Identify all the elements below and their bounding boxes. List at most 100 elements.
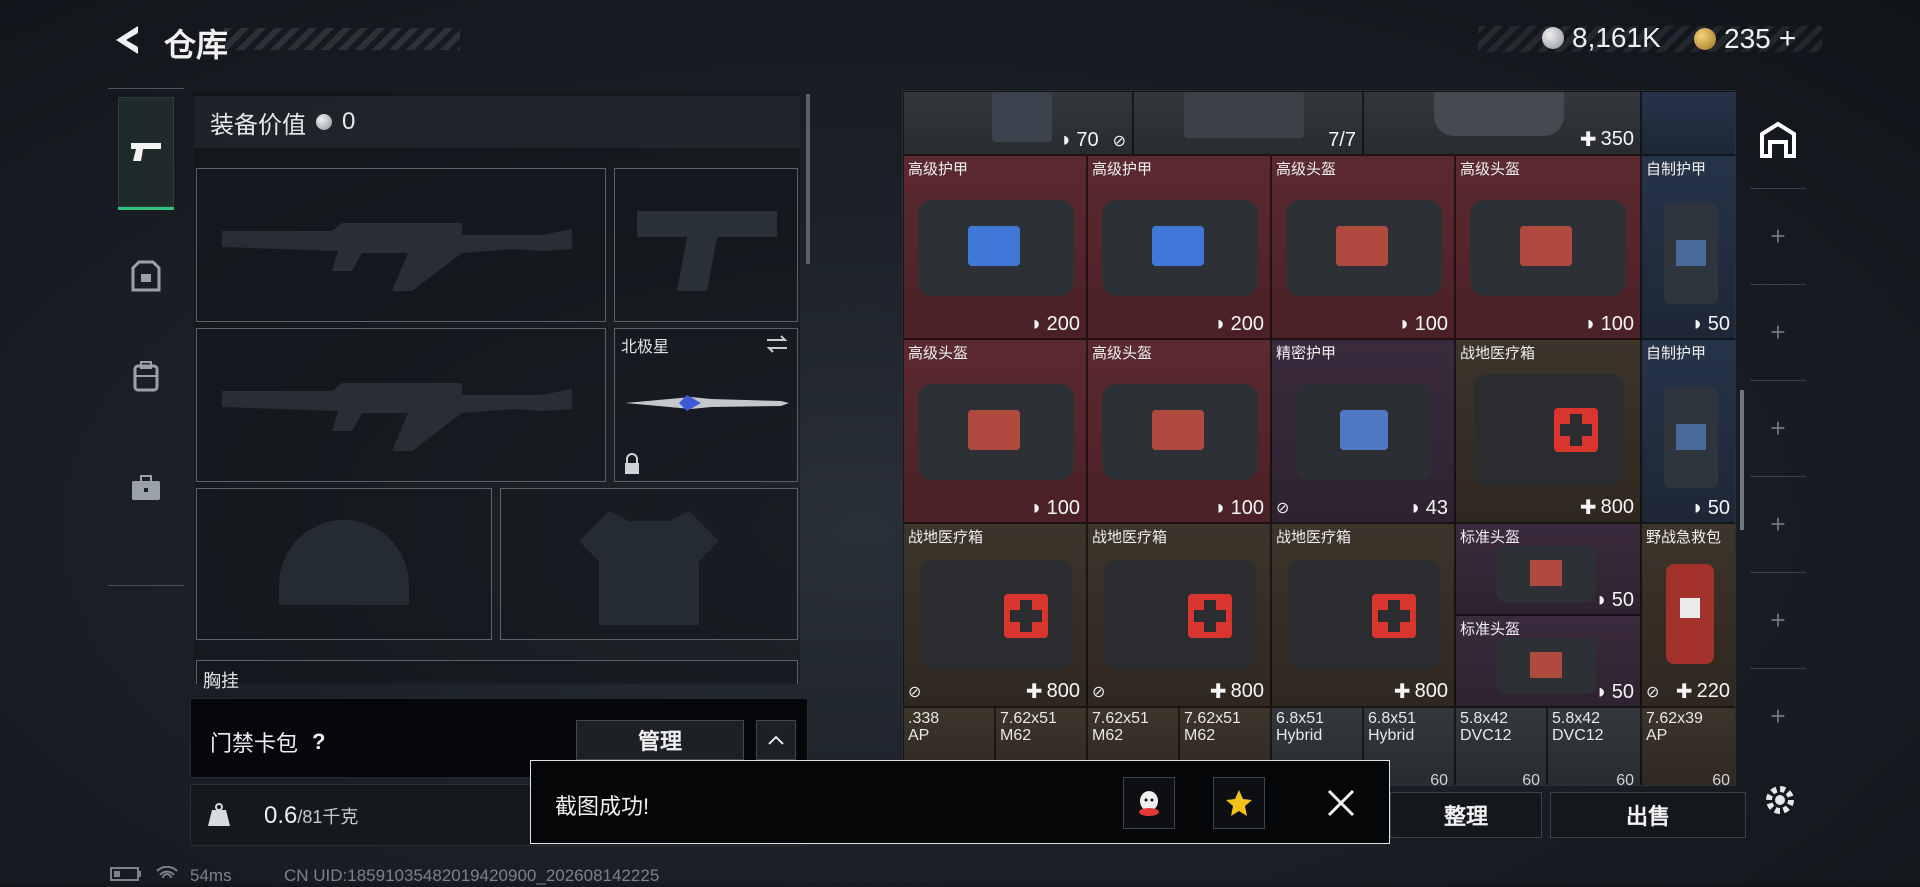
no-insure-icon: ⊘ <box>1646 684 1660 701</box>
storage-item[interactable]: 野战急救包 ⊘ ✚ 220 <box>1641 523 1735 707</box>
tab-add-page[interactable]: + <box>1750 572 1806 669</box>
storage-item[interactable] <box>1641 91 1735 155</box>
tab-add-page[interactable]: + <box>1750 668 1806 764</box>
warehouse-icon <box>1760 121 1796 158</box>
ammo-item[interactable]: 7.62x39 AP 60 <box>1641 707 1735 785</box>
armor-bag-image <box>918 200 1074 296</box>
currency-silver-value: 8,161K <box>1572 22 1661 53</box>
tab-add-page[interactable]: + <box>1750 476 1806 573</box>
tab-backpack[interactable] <box>118 321 174 431</box>
secondary-weapon-slot[interactable] <box>196 328 606 482</box>
sell-button[interactable]: 出售 <box>1550 792 1746 838</box>
ammo-item[interactable]: 5.8x42 DVC12 60 <box>1455 707 1547 785</box>
medkit-image <box>1474 374 1624 486</box>
plus-icon: ✚ <box>1579 497 1597 519</box>
melee-slot[interactable]: 北极星 <box>614 328 798 482</box>
shield-icon: ◗ <box>1691 313 1704 335</box>
vest-image <box>1664 388 1718 488</box>
storage-item[interactable]: 高级头盔 ◗ 100 <box>1087 339 1271 523</box>
toast-message: 截图成功! <box>555 794 650 819</box>
item-value: ◗ 50 <box>1691 497 1730 519</box>
swap-icon[interactable] <box>765 335 789 353</box>
tab-storage-main[interactable] <box>1750 92 1806 189</box>
chest-rig-slot[interactable]: 胸挂 <box>196 660 798 691</box>
storage-item[interactable]: 战地医疗箱 ⊘ ✚ 800 <box>1087 523 1271 707</box>
close-icon[interactable] <box>1321 783 1361 823</box>
share-qq-button[interactable] <box>1123 777 1175 829</box>
item-value: ✚ 800 <box>1025 680 1080 703</box>
item-value: ◗ 200 <box>1030 313 1080 335</box>
equipment-scrollbar[interactable] <box>806 94 810 264</box>
item-name: 高级护甲 <box>1092 161 1153 178</box>
weight-readout: 0.6/81千克 <box>264 802 358 830</box>
shield-icon: ◗ <box>1030 497 1043 519</box>
expand-button[interactable] <box>756 720 796 760</box>
shield-icon: ◗ <box>1595 681 1608 703</box>
gold-coin-icon <box>1694 28 1716 50</box>
help-icon[interactable]: ? <box>312 729 325 755</box>
armor-slot[interactable] <box>500 488 798 640</box>
chevron-up-icon <box>768 735 784 745</box>
page-title: 仓库 <box>164 27 229 63</box>
vest-image <box>1664 204 1718 304</box>
ammo-item[interactable]: 5.8x42 DVC12 60 <box>1547 707 1641 785</box>
tab-armor[interactable] <box>118 221 174 331</box>
item-value: ◗ 100 <box>1030 497 1080 519</box>
storage-item[interactable]: 战地医疗箱 ⊘ ✚ 800 <box>903 523 1087 707</box>
helmet-bag-image <box>918 384 1074 480</box>
add-currency-button[interactable]: + <box>1779 22 1797 56</box>
storage-item[interactable]: ◗ 70 ⊘ <box>903 91 1133 155</box>
tab-case[interactable] <box>118 433 174 543</box>
storage-item[interactable]: 高级头盔 ◗ 100 <box>1455 155 1641 339</box>
sort-button[interactable]: 整理 <box>1390 792 1542 838</box>
storage-item[interactable]: 高级头盔 ◗ 100 <box>903 339 1087 523</box>
storage-item[interactable]: 自制护甲 ◗ 50 <box>1641 339 1735 523</box>
item-value: ◗ 50 <box>1595 589 1634 611</box>
tab-add-page[interactable]: + <box>1750 380 1806 477</box>
shield-icon: ◗ <box>1060 129 1073 151</box>
tab-add-page[interactable]: + <box>1750 284 1806 381</box>
pistol-slot[interactable] <box>614 168 798 322</box>
item-image <box>1434 92 1564 136</box>
plus-icon: + <box>1770 604 1786 635</box>
tab-weapons[interactable] <box>118 97 174 210</box>
lock-icon <box>625 453 639 474</box>
ammo-name: 7.62x39 AP <box>1646 710 1703 744</box>
primary-weapon-slot[interactable] <box>196 168 606 322</box>
helmet-bag-image <box>1496 546 1596 602</box>
shield-icon: ◗ <box>1691 497 1704 519</box>
storage-item[interactable]: 自制护甲 ◗ 50 <box>1641 155 1735 339</box>
storage-item[interactable]: 7/7 <box>1133 91 1363 155</box>
back-arrow-icon[interactable] <box>108 20 148 60</box>
rifle-silhouette-icon <box>222 383 572 451</box>
ammo-name: 5.8x42 DVC12 <box>1460 710 1512 744</box>
item-image <box>1184 92 1304 138</box>
storage-item[interactable]: ✚ 350 <box>1363 91 1641 155</box>
item-name: 战地医疗箱 <box>908 529 984 546</box>
helmet-slot[interactable] <box>196 488 492 640</box>
item-name: 精密护甲 <box>1276 345 1337 362</box>
storage-item[interactable]: 战地医疗箱 ✚ 800 <box>1271 523 1455 707</box>
item-value: ✚ 800 <box>1393 680 1448 703</box>
storage-item[interactable]: 战地医疗箱 ✚ 800 <box>1455 339 1641 523</box>
briefcase-icon <box>132 475 160 500</box>
currency-silver: 8,161K <box>1542 22 1661 54</box>
gear-icon[interactable] <box>1760 780 1800 820</box>
storage-item[interactable]: 高级护甲 ◗ 200 <box>1087 155 1271 339</box>
currency-gold: 235 + <box>1694 22 1796 56</box>
storage-item[interactable]: 精密护甲 ⊘ ◗ 43 <box>1271 339 1455 523</box>
storage-item[interactable]: 高级护甲 ◗ 200 <box>903 155 1087 339</box>
tab-add-page[interactable]: + <box>1750 188 1806 285</box>
shield-icon: ◗ <box>1214 497 1227 519</box>
shield-icon: ◗ <box>1409 497 1422 519</box>
item-value: ✚ 350 <box>1579 128 1634 151</box>
ammo-qty: 60 <box>1430 772 1448 786</box>
storage-scrollbar[interactable] <box>1740 390 1744 530</box>
share-qzone-button[interactable] <box>1213 777 1265 829</box>
pistol-silhouette-icon <box>637 211 777 291</box>
no-insure-icon: ⊘ <box>1276 500 1290 517</box>
manage-button[interactable]: 管理 <box>576 720 744 760</box>
storage-item[interactable]: 高级头盔 ◗ 100 <box>1271 155 1455 339</box>
storage-item[interactable]: 标准头盔 ◗ 50 <box>1455 523 1641 615</box>
storage-item[interactable]: 标准头盔 ◗ 50 <box>1455 615 1641 707</box>
